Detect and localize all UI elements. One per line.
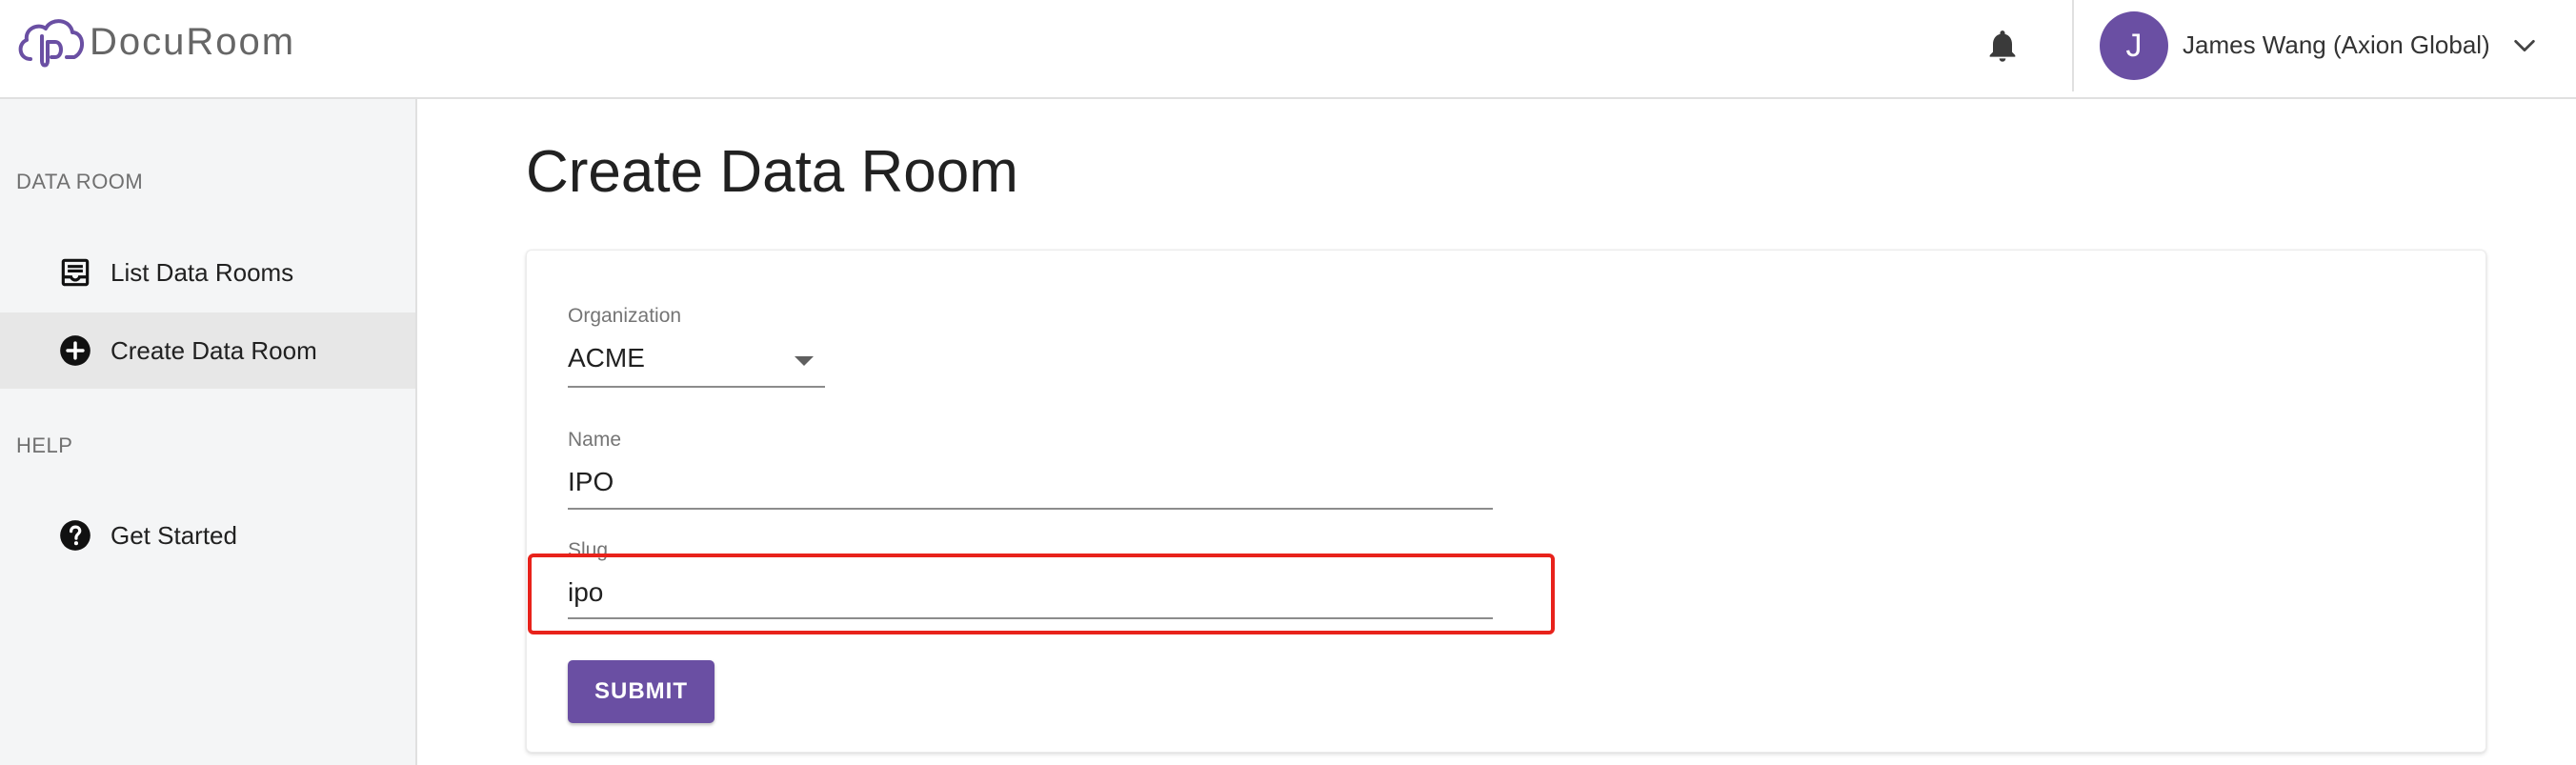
top-bar: DocuRoom J James Wang (Axion Global)	[0, 0, 2576, 99]
page-title: Create Data Room	[526, 139, 1018, 205]
sidebar-item-create-data-room[interactable]: Create Data Room	[0, 312, 415, 389]
submit-button[interactable]: SUBMIT	[568, 660, 714, 723]
help-circle-icon	[60, 520, 91, 551]
header-divider	[2072, 0, 2074, 91]
organization-select[interactable]: ACME	[568, 333, 825, 389]
cloud-logo-icon	[18, 19, 84, 68]
name-value: IPO	[568, 467, 614, 496]
dropdown-arrow-icon	[795, 356, 814, 366]
organization-value: ACME	[568, 343, 645, 372]
notification-bell-icon[interactable]	[1983, 25, 2022, 67]
sidebar-item-get-started[interactable]: Get Started	[0, 497, 415, 574]
add-circle-icon	[60, 335, 91, 366]
sidebar-item-label: Create Data Room	[111, 335, 317, 365]
chevron-down-icon[interactable]	[2511, 32, 2538, 59]
sidebar-item-label: List Data Rooms	[111, 257, 294, 287]
inbox-tray-icon	[61, 258, 90, 287]
sidebar: DATA ROOM List Data Rooms Create Data Ro…	[0, 99, 417, 765]
avatar-initial: J	[2125, 27, 2143, 64]
organization-underline	[568, 386, 825, 388]
sidebar-item-label: Get Started	[111, 520, 237, 550]
name-underline	[568, 508, 1493, 510]
user-name[interactable]: James Wang (Axion Global)	[2183, 30, 2490, 60]
highlight-box	[528, 554, 1555, 634]
name-input[interactable]: IPO	[568, 457, 1493, 511]
sidebar-section-help: HELP	[16, 433, 73, 457]
user-avatar[interactable]: J	[2100, 11, 2168, 80]
sidebar-section-data-room: DATA ROOM	[16, 170, 144, 193]
app-logo[interactable]: DocuRoom	[13, 13, 295, 70]
sidebar-item-list-data-rooms[interactable]: List Data Rooms	[0, 234, 415, 311]
name-label: Name	[568, 429, 622, 451]
app-name: DocuRoom	[90, 20, 296, 63]
organization-label: Organization	[568, 305, 682, 327]
